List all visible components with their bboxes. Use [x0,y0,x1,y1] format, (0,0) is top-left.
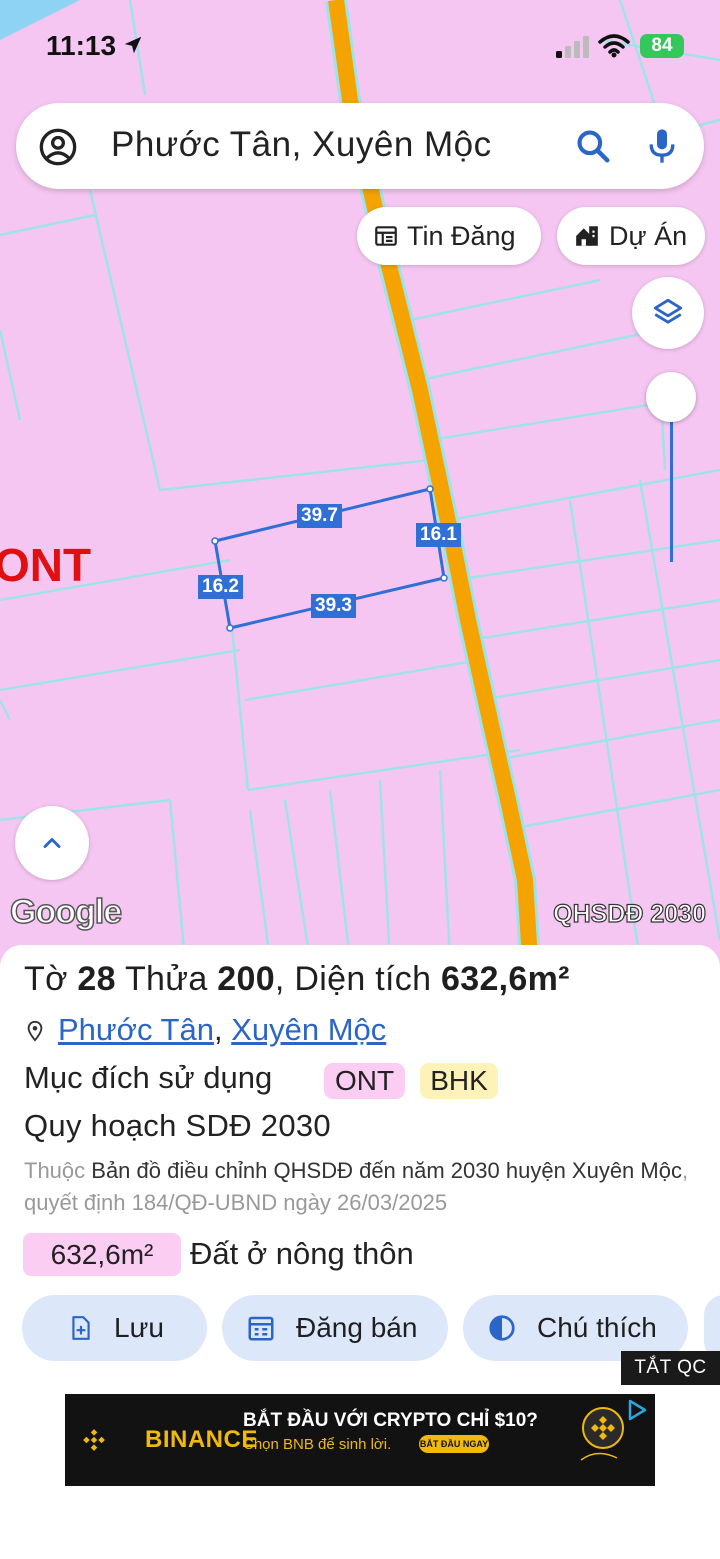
account-icon[interactable] [38,127,78,167]
post-sale-button[interactable]: Đăng bán [222,1295,448,1361]
district-link[interactable]: Xuyên Mộc [231,1012,386,1047]
microphone-icon[interactable] [642,125,682,167]
layers-icon [653,298,683,324]
area-value: 632,6m² [441,960,570,998]
building-icon [576,226,598,246]
land-plan-label: Quy hoạch SDĐ 2030 [24,1108,331,1143]
search-icon[interactable] [574,127,612,165]
parcel-title: Tờ 28 Thửa 200, Diện tích 632,6m² [24,960,570,999]
save-button-label: Lưu [114,1312,164,1343]
ad-cta-button[interactable]: BẮT ĐẦU NGAY [419,1435,489,1453]
zone-label: ONT [0,539,92,591]
calendar-icon [248,1316,274,1341]
dimension-top: 39.7 [297,504,342,528]
opacity-slider-track[interactable] [670,420,673,562]
plot-prefix: Thửa [115,960,218,998]
contrast-icon [489,1315,515,1341]
plan-description: Thuộc Bản đồ điều chỉnh QHSDĐ đến năm 20… [24,1155,694,1219]
parcel-address: Phước Tân, Xuyên Mộc [58,1012,387,1047]
commune-link[interactable]: Phước Tân [58,1012,214,1047]
opacity-slider-knob[interactable] [646,372,696,422]
dimension-bottom: 39.3 [311,594,356,618]
land-use-purpose-label: Mục đích sử dụng [24,1060,273,1095]
expand-panel-button[interactable] [15,806,89,880]
map-layer-label: QHSDĐ 2030 [553,899,707,928]
land-use-tag-bhk[interactable]: BHK [420,1063,498,1099]
projects-chip[interactable]: Dự Án [557,207,705,265]
projects-chip-label: Dự Án [609,220,688,251]
ad-subline: Chọn BNB để sinh lời. [243,1436,392,1453]
battery-indicator: 84 [640,34,684,58]
area-tag: 632,6m² [23,1233,181,1276]
status-bar: 11:13 84 [0,0,720,90]
search-input[interactable]: Phước Tân, Xuyên Mộc [111,125,492,165]
ad-brand: BINANCE [145,1426,258,1453]
land-type: Đất ở nông thôn [190,1236,414,1271]
hide-ads-button[interactable]: TẮT QC [621,1351,720,1385]
add-file-icon [72,1316,90,1340]
adchoices-icon[interactable] [625,1398,649,1422]
ad-banner[interactable]: BINANCE BẮT ĐẦU VỚI CRYPTO CHỈ $10? Chọn… [65,1394,655,1486]
desc-prefix: Thuộc [24,1158,92,1183]
location-arrow-icon [124,36,142,54]
ad-headline: BẮT ĐẦU VỚI CRYPTO CHỈ $10? [243,1410,538,1431]
plot-number: 200 [217,960,275,998]
dimension-right: 16.1 [416,523,461,547]
post-sale-button-label: Đăng bán [296,1312,418,1343]
status-time: 11:13 [46,30,117,61]
desc-map-name: Bản đồ điều chỉnh QHSDĐ đến năm 2030 huy… [91,1158,682,1183]
land-use-tag-ont[interactable]: ONT [324,1063,405,1099]
sheet-prefix: Tờ [24,960,78,998]
legend-button-label: Chú thích [537,1312,657,1343]
dimension-left: 16.2 [198,575,243,599]
bnb-coin-icon [580,1407,624,1461]
layers-button[interactable] [632,277,704,349]
cell-signal-icon [556,36,589,58]
listings-chip[interactable]: Tin Đăng [357,207,541,265]
listing-icon [375,226,397,246]
chevron-up-icon [43,838,61,848]
google-logo: Google [9,892,123,932]
sheet-number: 28 [77,960,116,998]
location-pin-icon [27,1020,43,1042]
save-button[interactable]: Lưu [22,1295,207,1361]
wifi-icon [598,34,630,58]
area-prefix: , Diện tích [274,960,442,998]
listings-chip-label: Tin Đăng [407,220,516,251]
binance-logo-icon [83,1429,105,1451]
search-bar[interactable]: Phước Tân, Xuyên Mộc [16,103,704,189]
